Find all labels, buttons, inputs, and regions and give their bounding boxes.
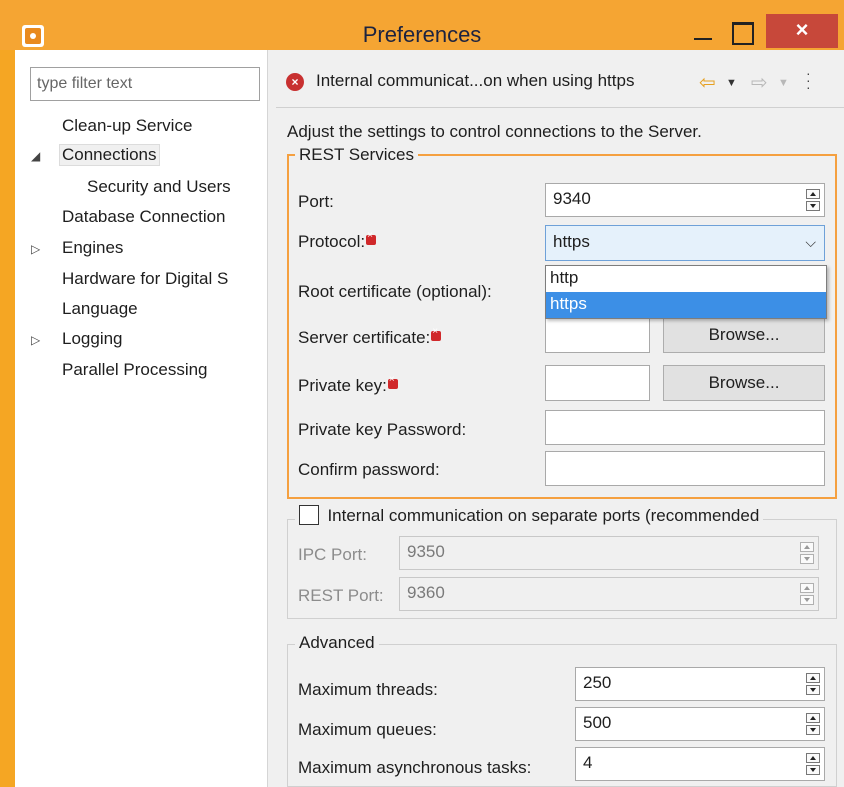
collapse-toggle-icon[interactable]: ▷: [31, 242, 40, 256]
preference-page: × Internal communicat...on when using ht…: [276, 50, 844, 787]
port-stepper[interactable]: [806, 189, 820, 211]
page-description: Adjust the settings to control connectio…: [287, 122, 702, 141]
private-key-password-field[interactable]: [545, 410, 825, 445]
rest-services-legend: REST Services: [295, 145, 418, 165]
protocol-select[interactable]: https ⌵: [545, 225, 825, 261]
confirm-password-field[interactable]: [545, 451, 825, 486]
port-spinner[interactable]: 9340: [545, 183, 825, 217]
required-marker-icon: [366, 230, 377, 245]
close-button[interactable]: ×: [766, 14, 838, 48]
ipc-port-label: IPC Port:: [298, 545, 367, 564]
max-async-tasks-value: 4: [583, 753, 593, 772]
protocol-label: Protocol:: [298, 230, 377, 252]
protocol-option-https[interactable]: https: [546, 292, 826, 318]
protocol-option-http[interactable]: http: [546, 266, 826, 292]
pane-divider[interactable]: [268, 50, 276, 787]
confirm-password-label: Confirm password:: [298, 460, 440, 479]
tree-item-database-connection[interactable]: Database Connection: [62, 207, 226, 227]
max-queues-value: 500: [583, 713, 612, 732]
tree-item-clean-up-service[interactable]: Clean-up Service: [62, 116, 192, 136]
max-queues-label: Maximum queues:: [298, 720, 437, 739]
max-threads-stepper[interactable]: [806, 673, 820, 695]
ipc-port-value: 9350: [407, 542, 445, 561]
max-threads-spinner[interactable]: 250: [575, 667, 825, 701]
minimize-button[interactable]: [688, 22, 718, 46]
error-icon: ×: [286, 73, 304, 91]
private-key-browse-button[interactable]: Browse...: [663, 365, 825, 401]
tree-item-engines[interactable]: Engines: [62, 238, 123, 258]
rest-port-label: REST Port:: [298, 586, 384, 605]
ipc-port-stepper[interactable]: [800, 542, 814, 564]
chevron-down-icon: ⌵: [805, 234, 816, 250]
rest-port-stepper[interactable]: [800, 583, 814, 605]
max-async-tasks-spinner[interactable]: 4: [575, 747, 825, 781]
tree-item-connections[interactable]: Connections: [59, 144, 160, 166]
max-async-tasks-stepper[interactable]: [806, 753, 820, 775]
protocol-options-list: http https: [545, 265, 827, 319]
private-key-field[interactable]: [545, 365, 650, 401]
forward-arrow-icon[interactable]: ⇨: [751, 70, 768, 95]
root-certificate-label: Root certificate (optional):: [298, 282, 492, 301]
internal-communication-legend: Internal communication on separate ports…: [295, 505, 764, 531]
internal-communication-checkbox[interactable]: [299, 505, 319, 525]
max-async-tasks-label: Maximum asynchronous tasks:: [298, 758, 532, 777]
max-threads-value: 250: [583, 673, 612, 692]
max-threads-label: Maximum threads:: [298, 680, 438, 699]
tree-item-parallel-processing[interactable]: Parallel Processing: [62, 360, 208, 380]
port-label: Port:: [298, 192, 334, 211]
rest-port-value: 9360: [407, 583, 445, 602]
preferences-tree-pane: Clean-up Service ◢ Connections Security …: [15, 50, 268, 787]
advanced-legend: Advanced: [295, 633, 379, 653]
filter-input[interactable]: [30, 67, 260, 101]
ipc-port-spinner[interactable]: 9350: [399, 536, 819, 570]
tree-item-language[interactable]: Language: [62, 299, 138, 319]
collapse-toggle-icon[interactable]: ▷: [31, 333, 40, 347]
internal-communication-label[interactable]: Internal communication on separate ports…: [327, 506, 759, 525]
maximize-button[interactable]: [726, 22, 756, 46]
port-value: 9340: [553, 189, 591, 208]
title-bar: Preferences ×: [0, 0, 844, 50]
tree-item-security-and-users[interactable]: Security and Users: [87, 177, 231, 197]
private-key-password-label: Private key Password:: [298, 420, 467, 439]
rest-port-spinner[interactable]: 9360: [399, 577, 819, 611]
expand-toggle-icon[interactable]: ◢: [31, 149, 40, 163]
back-history-dropdown-icon[interactable]: ▼: [726, 77, 737, 89]
page-title: Internal communicat...on when using http…: [316, 71, 635, 90]
header-separator: [276, 107, 844, 108]
max-queues-spinner[interactable]: 500: [575, 707, 825, 741]
back-arrow-icon[interactable]: ⇦: [699, 70, 716, 95]
window-body: Clean-up Service ◢ Connections Security …: [15, 50, 844, 787]
max-queues-stepper[interactable]: [806, 713, 820, 735]
server-certificate-field[interactable]: [545, 317, 650, 353]
server-certificate-label: Server certificate:: [298, 326, 442, 348]
tree-item-hardware[interactable]: Hardware for Digital S: [62, 269, 258, 289]
required-marker-icon: [387, 374, 398, 389]
protocol-selected-value: https: [553, 232, 590, 251]
required-marker-icon: [431, 326, 442, 341]
view-menu-icon[interactable]: · · ·: [806, 66, 811, 94]
server-certificate-browse-button[interactable]: Browse...: [663, 317, 825, 353]
private-key-label: Private key:: [298, 374, 398, 396]
tree-item-logging[interactable]: Logging: [62, 329, 123, 349]
forward-history-dropdown-icon[interactable]: ▼: [778, 77, 789, 89]
